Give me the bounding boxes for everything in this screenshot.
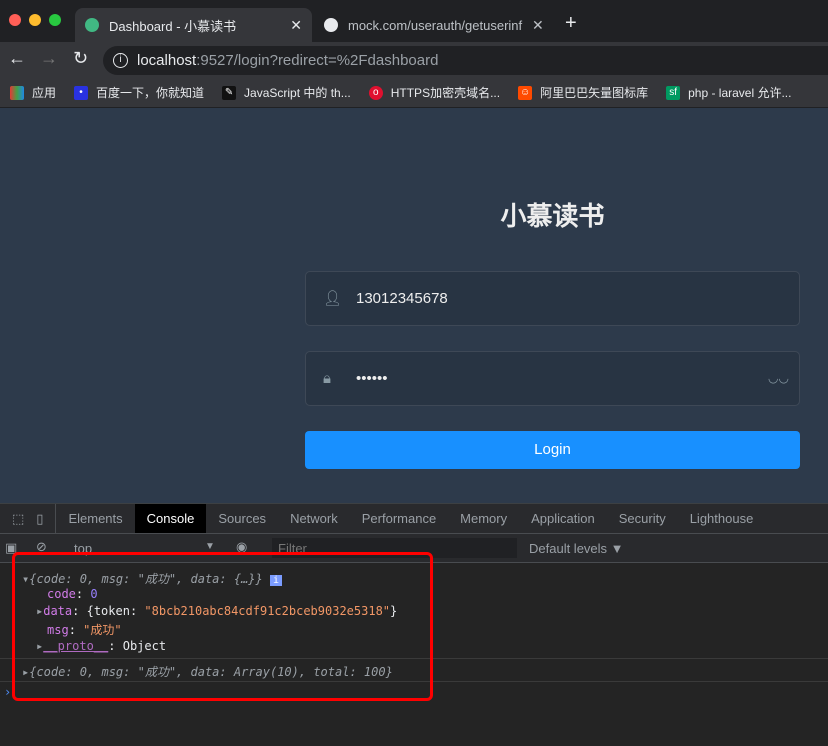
device-toolbar-icon[interactable]: ▯ — [36, 504, 57, 533]
tab-security[interactable]: Security — [607, 504, 678, 533]
globe-icon — [324, 18, 338, 32]
bookmark-label: 百度一下，你就知道 — [96, 86, 205, 100]
login-button[interactable]: Login — [305, 431, 800, 469]
bookmark-iconfont[interactable]: ☺ 阿里巴巴矢量图标库 — [518, 84, 648, 101]
url-field[interactable]: i localhost:9527/login?redirect=%2Fdashb… — [103, 46, 828, 75]
maximize-window-button[interactable] — [49, 14, 61, 26]
username-input[interactable]: 👤︎ 13012345678 — [305, 271, 800, 326]
bookmark-label: php - laravel 允许... — [688, 86, 792, 100]
tab-title: mock.com/userauth/getuserinf — [348, 17, 523, 33]
bookmark-label: HTTPS加密壳域名... — [390, 86, 501, 100]
bookmark-label: 应用 — [32, 86, 57, 100]
lock-icon: 🔒︎ — [323, 370, 331, 387]
quill-icon: ✎ — [222, 85, 237, 100]
tab-network[interactable]: Network — [278, 504, 350, 533]
login-page: 小慕读书 👤︎ 13012345678 🔒︎ •••••• ◡◡ Login — [0, 108, 828, 503]
chevron-down-icon[interactable]: ▼ — [205, 541, 215, 552]
tab-application[interactable]: Application — [519, 504, 607, 533]
tab-lighthouse[interactable]: Lighthouse — [678, 504, 766, 533]
reload-icon[interactable]: ↻ — [73, 48, 88, 69]
tab-dashboard[interactable]: Dashboard - 小慕读书 ✕ — [75, 8, 312, 42]
sf-icon: sf — [666, 85, 681, 100]
tab-title: Dashboard - 小慕读书 — [109, 18, 237, 34]
close-tab-icon[interactable]: ✕ — [532, 17, 544, 34]
tab-performance[interactable]: Performance — [350, 504, 448, 533]
info-icon[interactable]: i — [113, 53, 128, 68]
tab-memory[interactable]: Memory — [448, 504, 519, 533]
apps-icon — [10, 85, 24, 100]
user-icon: 👤︎ — [323, 290, 343, 307]
inspect-icon[interactable]: ⬚ — [0, 504, 36, 533]
close-tab-icon[interactable]: ✕ — [290, 17, 302, 34]
tab-elements[interactable]: Elements — [56, 504, 134, 533]
minimize-window-button[interactable] — [29, 14, 41, 26]
bookmark-apps[interactable]: 应用 — [10, 84, 56, 101]
highlight-box — [12, 552, 433, 701]
page-title: 小慕读书 — [500, 201, 605, 231]
tab-console[interactable]: Console — [134, 504, 207, 533]
iconfont-icon: ☺ — [518, 85, 533, 100]
log-levels-select[interactable]: Default levels ▼ — [529, 541, 624, 556]
tab-mock[interactable]: mock.com/userauth/getuserinf ✕ — [314, 8, 554, 42]
bookmark-label: JavaScript 中的 th... — [244, 86, 351, 100]
address-bar-row: ← → ↻ i localhost:9527/login?redirect=%2… — [0, 42, 828, 78]
devtools-tabs: ⬚ ▯ Elements Console Sources Network Per… — [0, 503, 828, 534]
back-icon[interactable]: ← — [8, 48, 26, 69]
console-prompt-icon[interactable]: › — [4, 685, 11, 699]
username-value: 13012345678 — [356, 290, 448, 307]
tab-strip: Dashboard - 小慕读书 ✕ mock.com/userauth/get… — [0, 0, 828, 42]
new-tab-button[interactable]: + — [565, 12, 577, 35]
ring-icon: o — [368, 85, 383, 100]
baidu-icon: • — [74, 85, 89, 100]
bookmark-https[interactable]: o HTTPS加密壳域名... — [368, 84, 501, 101]
password-input[interactable]: 🔒︎ •••••• ◡◡ — [305, 351, 800, 406]
eye-closed-icon[interactable]: ◡◡ — [768, 352, 789, 405]
bookmarks-bar: 应用 • 百度一下，你就知道 ✎ JavaScript 中的 th... o HTTP… — [0, 78, 828, 108]
url-host: localhost — [137, 52, 197, 69]
bookmark-baidu[interactable]: • 百度一下，你就知道 — [74, 84, 204, 101]
url-path: :9527/login?redirect=%2Fdashboard — [196, 52, 439, 69]
close-window-button[interactable] — [9, 14, 21, 26]
bookmark-javascript[interactable]: ✎ JavaScript 中的 th... — [222, 84, 351, 101]
tab-sources[interactable]: Sources — [206, 504, 278, 533]
bookmark-php[interactable]: sf php - laravel 允许... — [666, 84, 791, 101]
bookmark-label: 阿里巴巴矢量图标库 — [540, 86, 649, 100]
vue-icon — [85, 18, 99, 32]
password-value: •••••• — [356, 370, 388, 387]
forward-icon[interactable]: → — [40, 48, 58, 69]
